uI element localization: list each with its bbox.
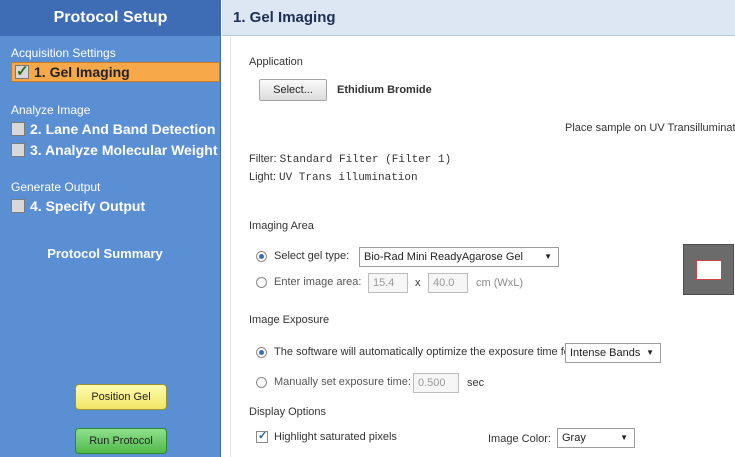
step-specify-output[interactable]: 4. Specify Output <box>11 196 145 216</box>
step-gel-imaging[interactable]: 1. Gel Imaging <box>11 62 220 82</box>
application-value: Ethidium Bromide <box>337 84 432 96</box>
checkbox-icon[interactable] <box>11 143 25 157</box>
select-gel-type-radio[interactable] <box>256 251 267 262</box>
highlight-saturated-label: Highlight saturated pixels <box>274 431 397 443</box>
manual-exposure-input[interactable]: 0.500 <box>413 373 459 393</box>
protocol-sidebar: Protocol Setup Acquisition Settings 1. G… <box>0 0 221 457</box>
step-lane-band-label: 2. Lane And Band Detection <box>30 121 216 137</box>
image-exposure-section-label: Image Exposure <box>249 314 330 326</box>
application-section-label: Application <box>249 56 303 68</box>
group-acquisition-settings: Acquisition Settings <box>11 46 116 60</box>
gel-area-rectangle <box>696 260 722 280</box>
times-sign: x <box>415 277 421 289</box>
dropdown-arrow-icon: ▼ <box>620 433 628 442</box>
dropdown-arrow-icon: ▼ <box>544 252 552 261</box>
step-lane-band-detection[interactable]: 2. Lane And Band Detection <box>11 119 215 139</box>
checked-checkbox-icon[interactable] <box>15 62 29 80</box>
checkbox-icon[interactable] <box>11 122 25 136</box>
sidebar-title: Protocol Setup <box>0 0 221 36</box>
light-row: Light: UV Trans illumination <box>249 171 418 184</box>
step-specify-output-label: 4. Specify Output <box>30 198 146 214</box>
highlight-saturated-checkbox[interactable] <box>256 429 268 443</box>
settings-body: Application Select... Ethidium Bromide P… <box>230 38 735 457</box>
image-color-value: Gray <box>562 432 586 444</box>
light-label: Light: <box>249 171 276 183</box>
auto-exposure-label: The software will automatically optimize… <box>274 346 574 358</box>
light-value: UV Trans illumination <box>278 172 418 184</box>
display-options-section-label: Display Options <box>249 406 327 418</box>
auto-exposure-radio[interactable] <box>256 347 267 358</box>
image-area-unit: cm (WxL) <box>476 277 524 289</box>
enter-image-area-radio[interactable] <box>256 277 267 288</box>
image-color-dropdown[interactable]: Gray ▼ <box>557 428 635 448</box>
gel-imaging-panel: 1. Gel Imaging Application Select... Eth… <box>222 0 735 457</box>
image-height-input[interactable]: 40.0 <box>428 273 468 293</box>
step-molecular-weight-label: 3. Analyze Molecular Weight <box>30 142 218 158</box>
position-gel-button[interactable]: Position Gel <box>75 384 167 410</box>
exposure-optimize-dropdown[interactable]: Intense Bands ▼ <box>565 343 661 363</box>
image-width-input[interactable]: 15.4 <box>368 273 408 293</box>
group-analyze-image: Analyze Image <box>11 103 91 117</box>
manual-exposure-radio[interactable] <box>256 377 267 388</box>
imaging-area-section-label: Imaging Area <box>249 220 314 232</box>
gel-type-value: Bio-Rad Mini ReadyAgarose Gel <box>364 251 523 263</box>
select-gel-type-label: Select gel type: <box>274 250 350 262</box>
enter-image-area-label: Enter image area: <box>274 276 362 288</box>
protocol-summary-link[interactable]: Protocol Summary <box>0 246 210 261</box>
manual-exposure-unit: sec <box>467 377 485 389</box>
image-color-label: Image Color: <box>488 433 551 445</box>
gel-area-preview <box>683 244 734 295</box>
checkbox-icon[interactable] <box>11 199 25 213</box>
exposure-optimize-value: Intense Bands <box>570 347 641 359</box>
manual-exposure-label: Manually set exposure time: <box>274 376 411 388</box>
filter-row: Filter: Standard Filter (Filter 1) <box>249 153 451 166</box>
sample-instruction: Place sample on UV Transilluminator <box>565 122 735 134</box>
dropdown-arrow-icon: ▼ <box>646 348 654 357</box>
step-gel-imaging-label: 1. Gel Imaging <box>34 64 130 80</box>
group-generate-output: Generate Output <box>11 180 101 194</box>
filter-value: Standard Filter (Filter 1) <box>279 154 452 166</box>
filter-label: Filter: <box>249 153 277 165</box>
page-title: 1. Gel Imaging <box>222 0 735 36</box>
select-application-button[interactable]: Select... <box>259 79 327 101</box>
gel-type-dropdown[interactable]: Bio-Rad Mini ReadyAgarose Gel ▼ <box>359 247 559 267</box>
step-analyze-molecular-weight[interactable]: 3. Analyze Molecular Weight <box>11 140 218 160</box>
run-protocol-button[interactable]: Run Protocol <box>75 428 167 454</box>
